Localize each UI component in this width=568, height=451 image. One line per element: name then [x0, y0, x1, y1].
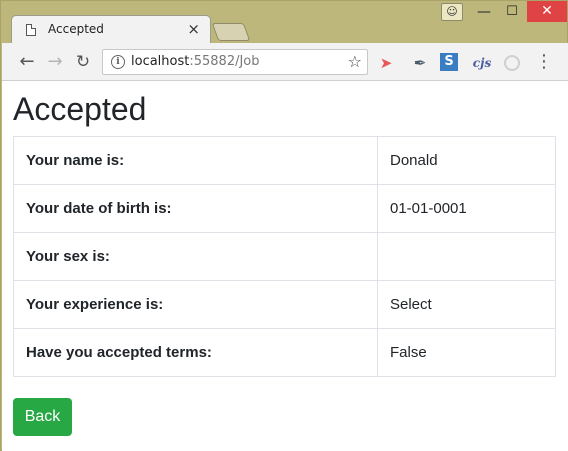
tab-title: Accepted	[48, 22, 104, 36]
maximize-button[interactable]: ☐	[499, 1, 525, 23]
menu-icon[interactable]: ⋮	[534, 52, 554, 72]
back-button[interactable]: ←	[16, 51, 38, 73]
page-content: Accepted Your name is: Donald Your date …	[2, 81, 568, 451]
row-value	[377, 232, 556, 281]
new-tab-button[interactable]	[211, 23, 251, 41]
back-link-button[interactable]: Back	[13, 398, 72, 436]
row-label: Your name is:	[13, 136, 378, 185]
details-table: Your name is: Donald Your date of birth …	[13, 136, 556, 377]
row-label: Have you accepted terms:	[13, 328, 378, 377]
tab-strip: Accepted × ☺ — ☐ ✕	[1, 1, 568, 44]
table-row: Your experience is: Select	[13, 280, 556, 329]
table-row: Have you accepted terms: False	[13, 328, 556, 377]
url-path: :55882/Job	[189, 54, 260, 69]
page-title: Accepted	[13, 91, 147, 127]
url-text[interactable]: localhost:55882/Job	[131, 54, 260, 69]
row-value: Donald	[377, 136, 556, 185]
feather-extension-icon[interactable]: ✒	[410, 53, 430, 73]
tab-accepted[interactable]: Accepted ×	[11, 15, 211, 44]
info-icon[interactable]: i	[111, 55, 125, 69]
table-row: Your date of birth is: 01-01-0001	[13, 184, 556, 233]
url-host: localhost	[131, 54, 190, 69]
s-extension-icon[interactable]: S	[440, 53, 458, 71]
circle-extension-icon[interactable]	[504, 55, 520, 71]
row-label: Your date of birth is:	[13, 184, 378, 233]
forward-button[interactable]: →	[44, 51, 66, 73]
close-window-button[interactable]: ✕	[527, 1, 567, 22]
bookmark-star-icon[interactable]: ☆	[348, 52, 362, 71]
redirect-extension-icon[interactable]: ➤	[376, 53, 396, 73]
browser-toolbar: ← → ↻ i localhost:55882/Job ☆ ➤ ✒ S cjs …	[2, 43, 568, 81]
reload-button[interactable]: ↻	[72, 51, 94, 73]
cjs-extension-icon[interactable]: cjs	[472, 53, 492, 73]
user-profile-icon[interactable]: ☺	[441, 3, 463, 21]
browser-window: Accepted × ☺ — ☐ ✕ ← → ↻ i localhost:558…	[0, 0, 568, 451]
row-value: Select	[377, 280, 556, 329]
table-row: Your sex is:	[13, 232, 556, 281]
row-value: False	[377, 328, 556, 377]
row-value: 01-01-0001	[377, 184, 556, 233]
address-bar[interactable]: i localhost:55882/Job ☆	[102, 49, 368, 75]
minimize-button[interactable]: —	[471, 1, 497, 23]
document-icon	[26, 24, 36, 36]
row-label: Your sex is:	[13, 232, 378, 281]
tab-close-icon[interactable]: ×	[187, 20, 200, 38]
row-label: Your experience is:	[13, 280, 378, 329]
table-row: Your name is: Donald	[13, 136, 556, 185]
